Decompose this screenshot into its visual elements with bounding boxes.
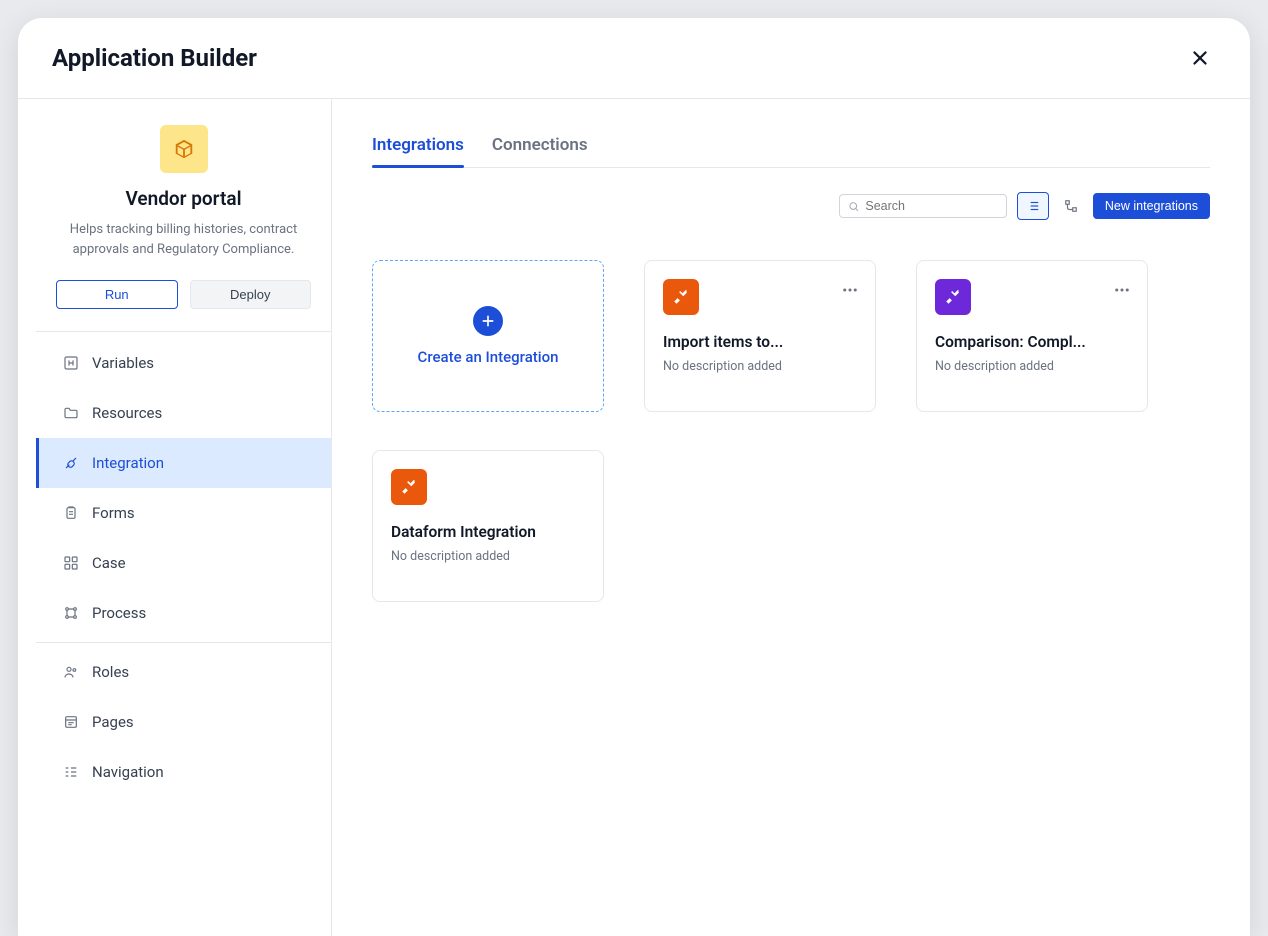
integration-card[interactable]: Comparison: Compl... No description adde… (916, 260, 1148, 412)
sidebar-item-label: Process (92, 604, 146, 622)
card-description: No description added (663, 359, 857, 374)
search-icon (848, 200, 859, 213)
sidebar-item-label: Forms (92, 504, 135, 522)
plug-icon (400, 478, 418, 496)
sidebar-item-label: Integration (92, 454, 164, 472)
card-icon (663, 279, 699, 315)
card-menu-button[interactable] (1109, 277, 1135, 307)
create-integration-card[interactable]: Create an Integration (372, 260, 604, 412)
sidebar-item-integration[interactable]: Integration (36, 438, 331, 488)
process-icon (62, 604, 80, 622)
card-title: Dataform Integration (391, 523, 561, 541)
deploy-button[interactable]: Deploy (190, 280, 312, 309)
plug-icon (62, 454, 80, 472)
sidebar-item-resources[interactable]: Resources (36, 388, 331, 438)
more-icon (1113, 281, 1131, 299)
tree-icon (1064, 199, 1078, 213)
sidebar-item-navigation[interactable]: Navigation (36, 747, 331, 797)
plug-icon (672, 288, 690, 306)
sidebar-item-pages[interactable]: Pages (36, 697, 331, 747)
sidebar: Vendor portal Helps tracking billing his… (36, 99, 332, 936)
nav-divider (36, 642, 331, 643)
card-title: Comparison: Compl... (935, 333, 1105, 351)
sidebar-item-label: Pages (92, 713, 134, 731)
sidebar-item-label: Case (92, 554, 126, 572)
page-title: Application Builder (52, 44, 257, 72)
package-icon (173, 138, 195, 160)
list-icon (1026, 199, 1040, 213)
clipboard-icon (62, 504, 80, 522)
tab-connections[interactable]: Connections (492, 135, 588, 167)
pages-icon (62, 713, 80, 731)
app-button-row: Run Deploy (56, 280, 311, 309)
integration-card[interactable]: Import items to... No description added (644, 260, 876, 412)
app-description: Helps tracking billing histories, contra… (56, 220, 311, 260)
sidebar-item-variables[interactable]: Variables (36, 338, 331, 388)
sidebar-item-label: Resources (92, 404, 162, 422)
create-card-label: Create an Integration (418, 348, 559, 366)
tree-view-button[interactable] (1059, 192, 1083, 220)
list-view-button[interactable] (1017, 192, 1049, 220)
integration-card[interactable]: Dataform Integration No description adde… (372, 450, 604, 602)
variables-icon (62, 354, 80, 372)
body: Vendor portal Helps tracking billing his… (18, 99, 1250, 936)
main-content: Integrations Connections New integration… (332, 99, 1250, 936)
close-icon (1189, 47, 1211, 69)
plus-icon (480, 313, 496, 329)
app-icon (160, 125, 208, 173)
card-grid: Create an Integration Import items to...… (372, 260, 1210, 602)
card-description: No description added (391, 549, 585, 564)
sidebar-item-label: Roles (92, 663, 129, 681)
search-input[interactable] (865, 199, 998, 213)
app-summary: Vendor portal Helps tracking billing his… (36, 99, 331, 332)
toolbar: New integrations (372, 192, 1210, 220)
sidebar-item-forms[interactable]: Forms (36, 488, 331, 538)
app-window: Application Builder Vendor portal Helps … (18, 18, 1250, 936)
navigation-icon (62, 763, 80, 781)
app-name: Vendor portal (56, 187, 311, 210)
more-icon (841, 281, 859, 299)
sidebar-nav: Variables Resources Integration (36, 332, 331, 797)
run-button[interactable]: Run (56, 280, 178, 309)
new-integrations-button[interactable]: New integrations (1093, 193, 1210, 219)
card-menu-button[interactable] (837, 277, 863, 307)
plus-circle-icon (473, 306, 503, 336)
sidebar-item-label: Variables (92, 354, 154, 372)
search-box[interactable] (839, 194, 1007, 218)
roles-icon (62, 663, 80, 681)
sidebar-item-roles[interactable]: Roles (36, 647, 331, 697)
grid-icon (62, 554, 80, 572)
tabs: Integrations Connections (372, 135, 1210, 168)
card-description: No description added (935, 359, 1129, 374)
close-button[interactable] (1186, 44, 1214, 72)
card-title: Import items to... (663, 333, 833, 351)
header: Application Builder (18, 18, 1250, 99)
sidebar-item-label: Navigation (92, 763, 164, 781)
sidebar-item-case[interactable]: Case (36, 538, 331, 588)
tab-integrations[interactable]: Integrations (372, 135, 464, 167)
card-icon (935, 279, 971, 315)
plug-icon (944, 288, 962, 306)
card-icon (391, 469, 427, 505)
folder-icon (62, 404, 80, 422)
sidebar-item-process[interactable]: Process (36, 588, 331, 638)
